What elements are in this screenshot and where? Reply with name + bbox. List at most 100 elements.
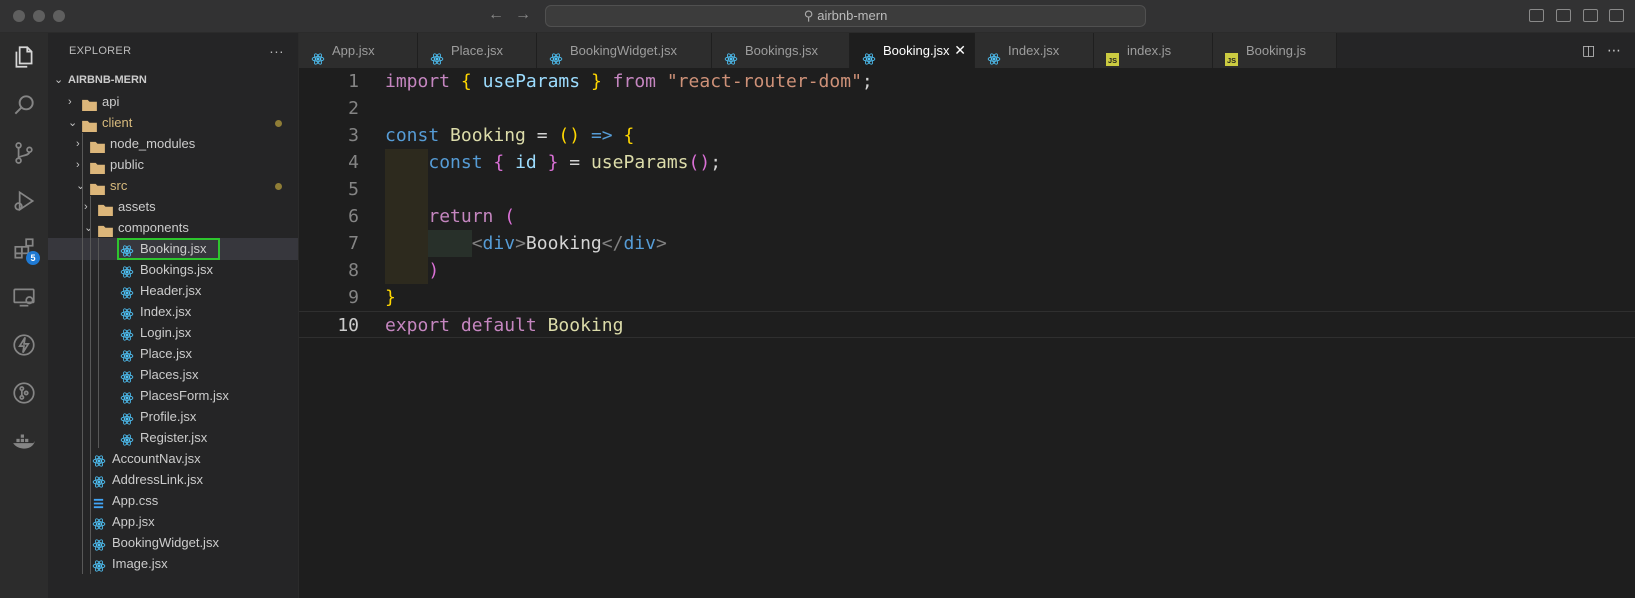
remote-explorer-icon[interactable] [0,273,48,321]
tree-file[interactable]: BookingWidget.jsx [48,532,298,554]
toggle-secondary-sidebar-icon[interactable] [1583,9,1598,22]
react-icon [120,285,134,299]
search-icon[interactable] [0,81,48,129]
folder-icon [98,201,113,216]
tab-booking-js[interactable]: JS Booking.js [1213,33,1337,68]
project-root[interactable]: ⌄ AIRBNB-MERN [48,69,298,91]
tree-file[interactable]: Login.jsx [48,322,298,344]
tree-file[interactable]: Bookings.jsx [48,259,298,281]
tab-bookingwidget-jsx[interactable]: BookingWidget.jsx [537,33,712,68]
tree-file[interactable]: Place.jsx [48,343,298,365]
explorer-header: EXPLORER ··· [48,33,298,69]
chevron-down-icon: ⌄ [54,74,64,86]
react-icon [311,44,325,65]
tab-bookings-jsx[interactable]: Bookings.jsx [712,33,850,68]
svg-text:JS: JS [1108,56,1117,65]
tree-item-label: Profile.jsx [140,409,197,424]
tree-item-label: App.jsx [112,514,155,529]
tree-folder[interactable]: › api [48,91,298,113]
tree-file[interactable]: Places.jsx [48,364,298,386]
run-debug-icon[interactable] [0,177,48,225]
thunder-client-icon[interactable] [0,321,48,369]
indent-guide [98,238,99,448]
back-arrow-icon[interactable]: ← [488,6,504,24]
react-icon [120,348,134,362]
tree-file[interactable]: PlacesForm.jsx [48,385,298,407]
modified-dot [275,183,282,190]
react-icon [92,516,106,530]
js-file-icon: JS [1106,44,1120,66]
title-bar: ← → ⚲ airbnb-mern [0,0,1635,33]
tab-index-js[interactable]: JS index.js [1094,33,1213,68]
tree-file[interactable]: AddressLink.jsx [48,469,298,491]
line-number: 6 [348,206,359,227]
tab-app-jsx[interactable]: App.jsx [299,33,418,68]
line-number: 9 [348,287,359,308]
tree-file[interactable]: Index.jsx [48,301,298,323]
tree-file[interactable]: Register.jsx [48,427,298,449]
tree-item-label: Image.jsx [112,556,168,571]
tree-file[interactable]: Header.jsx [48,280,298,302]
js-file-icon: JS [1225,44,1239,66]
code-line: 7 <div>Booking</div> [299,230,1635,257]
gitlens-icon[interactable] [0,369,48,417]
tab-label: Booking.jsx [883,43,950,58]
tree-file[interactable]: Profile.jsx [48,406,298,428]
extensions-icon[interactable]: 5 [0,225,48,273]
tree-file[interactable]: Booking.jsx [48,238,298,260]
docker-icon[interactable] [0,417,48,465]
code-text: <div>Booking</div> [471,233,667,254]
code-editor[interactable]: 1 import { useParams } from "react-router… [299,68,1635,598]
tree-item-label: node_modules [110,136,196,151]
toggle-panel-icon[interactable] [1556,9,1571,22]
customize-layout-icon[interactable] [1609,9,1624,22]
split-editor-icon[interactable]: ◫ [1582,42,1595,59]
tree-folder[interactable]: › node_modules [48,133,298,155]
react-icon [430,44,444,65]
more-actions-icon[interactable]: ··· [269,33,284,69]
code-text: const { id } = useParams(); [428,152,722,173]
explorer-sidebar: EXPLORER ··· ⌄ AIRBNB-MERN › api ⌄ client › n… [48,33,299,598]
close-window-button[interactable] [13,10,25,22]
tree-folder[interactable]: › public [48,154,298,176]
more-actions-icon[interactable]: ⋯ [1607,42,1621,59]
editor-tabs: App.jsx Place.jsx BookingWidget.jsx Booking… [299,33,1635,68]
code-text: import { useParams } from "react-router-… [385,71,873,92]
code-text: ) [428,260,440,281]
react-icon [120,369,134,383]
folder-icon [90,180,105,195]
toggle-primary-sidebar-icon[interactable] [1529,9,1544,22]
tree-file[interactable]: Image.jsx [48,553,298,575]
command-center-search[interactable]: ⚲ airbnb-mern [545,5,1146,27]
explorer-title: EXPLORER [69,45,132,57]
tree-item-label: public [110,157,144,172]
react-icon [549,44,563,65]
tab-booking-jsx[interactable]: Booking.jsx ✕ [850,33,975,68]
tree-item-label: PlacesForm.jsx [140,388,229,403]
svg-text:JS: JS [1227,56,1236,65]
folder-icon [90,138,105,153]
close-icon[interactable]: ✕ [954,33,966,68]
folder-icon [90,159,105,174]
explorer-icon[interactable] [0,33,48,81]
tab-label: App.jsx [332,43,375,58]
tree-file[interactable]: AccountNav.jsx [48,448,298,470]
tree-file[interactable]: App.css [48,490,298,512]
tree-item-label: Places.jsx [140,367,199,382]
tab-place-jsx[interactable]: Place.jsx [418,33,537,68]
minimize-window-button[interactable] [33,10,45,22]
forward-arrow-icon[interactable]: → [515,6,531,24]
tree-folder[interactable]: ⌄ client [48,112,298,134]
tree-folder[interactable]: › assets [48,196,298,218]
react-icon [120,327,134,341]
code-line: 10 export default Booking [299,311,1635,338]
react-icon [862,44,876,65]
tab-index-jsx[interactable]: Index.jsx [975,33,1094,68]
modified-dot [275,120,282,127]
tree-folder[interactable]: ⌄ src [48,175,298,197]
tree-folder[interactable]: ⌄ components [48,217,298,239]
source-control-icon[interactable] [0,129,48,177]
tree-file[interactable]: App.jsx [48,511,298,533]
selection-highlight [117,238,220,260]
maximize-window-button[interactable] [53,10,65,22]
